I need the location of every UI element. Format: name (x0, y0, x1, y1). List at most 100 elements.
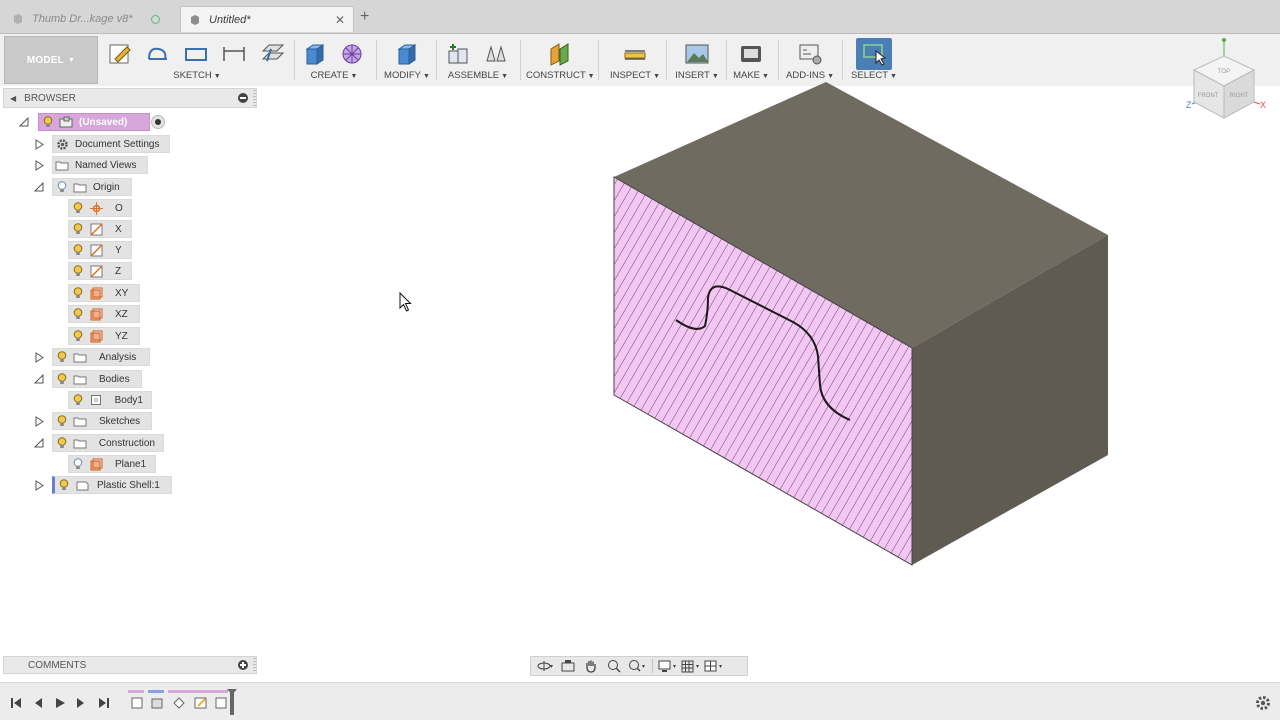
pattern-icon[interactable] (334, 38, 370, 70)
toolbar-group-label[interactable]: MODIFY ▼ (380, 70, 434, 81)
browser-item-plane-xz[interactable]: XZ (68, 305, 140, 323)
expand-toggle-icon[interactable] (34, 415, 44, 427)
timeline-sketch-feature[interactable] (192, 695, 210, 711)
expand-toggle-icon[interactable] (34, 181, 44, 193)
browser-item-body1[interactable]: Body1 (68, 391, 152, 409)
expand-toggle-icon[interactable] (34, 479, 44, 491)
timeline-shell-feature[interactable] (170, 695, 188, 711)
browser-item-axis-z[interactable]: Z (68, 262, 132, 280)
expand-toggle-icon[interactable] (19, 116, 29, 128)
zoom-fit-icon[interactable] (604, 658, 624, 674)
browser-item-named-views[interactable]: Named Views (52, 156, 148, 174)
lightbulb-icon[interactable] (69, 223, 87, 235)
browser-item-analysis[interactable]: Analysis (52, 348, 150, 366)
sketch-dimension-icon[interactable] (216, 38, 252, 70)
expand-toggle-icon[interactable] (34, 373, 44, 385)
joint-icon[interactable] (478, 38, 514, 70)
lightbulb-icon[interactable] (53, 373, 71, 385)
add-comment-icon[interactable] (238, 660, 248, 670)
expand-toggle-icon[interactable] (34, 138, 44, 150)
create-sketch-icon[interactable] (102, 38, 138, 70)
browser-root-node[interactable]: (Unsaved) (38, 113, 150, 131)
new-component-icon[interactable] (440, 38, 476, 70)
lightbulb-icon[interactable] (69, 202, 87, 214)
timeline-previous-icon[interactable] (30, 695, 46, 711)
new-tab-icon[interactable]: + (360, 8, 369, 26)
zoom-icon[interactable] (627, 658, 647, 674)
comments-panel-header[interactable]: COMMENTS (3, 656, 257, 674)
expand-toggle-icon[interactable] (34, 437, 44, 449)
lightbulb-icon[interactable] (53, 351, 71, 363)
browser-item-origin[interactable]: Origin (52, 178, 132, 196)
pan-hand-icon[interactable] (581, 658, 601, 674)
toolbar-group-label[interactable]: CREATE ▼ (296, 70, 372, 81)
lightbulb-icon[interactable] (69, 330, 87, 342)
panel-grip[interactable] (253, 90, 256, 106)
browser-item-bodies[interactable]: Bodies (52, 370, 142, 388)
timeline-settings-gear-icon[interactable] (1254, 694, 1272, 712)
document-tab-untitled[interactable]: Untitled* ✕ (180, 6, 354, 32)
press-pull-icon[interactable] (389, 38, 425, 70)
orbit-icon[interactable] (535, 658, 555, 674)
lightbulb-off-icon[interactable] (69, 458, 87, 470)
browser-item-plane-yz[interactable]: YZ (68, 327, 140, 345)
sketch-arc-icon[interactable] (140, 38, 176, 70)
minimize-panel-icon[interactable] (238, 93, 248, 103)
timeline-first-icon[interactable] (8, 695, 24, 711)
select-icon[interactable] (856, 38, 892, 70)
collapse-panel-icon[interactable]: ◀ (10, 94, 16, 103)
lightbulb-off-icon[interactable] (53, 181, 71, 193)
3d-print-icon[interactable] (733, 38, 769, 70)
viewcube[interactable]: TOP FRONT RIGHT Z X (1178, 34, 1272, 124)
browser-item-plane1[interactable]: Plane1 (68, 455, 156, 473)
lightbulb-icon[interactable] (69, 265, 87, 277)
toolbar-group-label[interactable]: ASSEMBLE ▼ (440, 70, 516, 81)
scripts-addins-icon[interactable] (792, 38, 828, 70)
panel-grip[interactable] (253, 658, 256, 672)
model-body[interactable] (600, 80, 1120, 570)
close-tab-icon[interactable]: ✕ (335, 13, 345, 27)
look-at-icon[interactable] (558, 658, 578, 674)
timeline-extrude-feature[interactable] (148, 695, 166, 711)
lightbulb-icon[interactable] (55, 479, 73, 491)
expand-toggle-icon[interactable] (34, 159, 44, 171)
lightbulb-icon[interactable] (69, 244, 87, 256)
extrude-icon[interactable] (296, 38, 332, 70)
lightbulb-icon[interactable] (69, 308, 87, 320)
lightbulb-icon[interactable] (53, 415, 71, 427)
toolbar-group-label[interactable]: SKETCH ▼ (102, 70, 292, 81)
insert-image-icon[interactable] (679, 38, 715, 70)
timeline-playhead[interactable] (227, 689, 237, 715)
browser-item-sketches[interactable]: Sketches (52, 412, 152, 430)
browser-item-document-settings[interactable]: Document Settings (52, 135, 170, 153)
sketch-rectangle-icon[interactable] (178, 38, 214, 70)
activate-radio-icon[interactable] (151, 115, 165, 129)
viewports-icon[interactable] (704, 658, 724, 674)
stop-sketch-icon[interactable] (254, 38, 290, 70)
lightbulb-icon[interactable] (69, 287, 87, 299)
expand-toggle-icon[interactable] (34, 351, 44, 363)
display-settings-icon[interactable] (658, 658, 678, 674)
workspace-switcher-button[interactable]: MODEL ▼ (4, 36, 98, 84)
browser-item-origin-point[interactable]: O (68, 199, 132, 217)
browser-item-construction[interactable]: Construction (52, 434, 164, 452)
grid-settings-icon[interactable] (681, 658, 701, 674)
lightbulb-icon[interactable] (39, 116, 57, 128)
toolbar-group-label[interactable]: CONSTRUCT ▼ (526, 70, 595, 81)
measure-icon[interactable] (617, 38, 653, 70)
browser-item-plane-xy[interactable]: XY (68, 284, 140, 302)
offset-plane-icon[interactable] (542, 38, 578, 70)
timeline-play-icon[interactable] (52, 695, 68, 711)
timeline-component-feature[interactable] (128, 695, 146, 711)
timeline-last-icon[interactable] (96, 695, 112, 711)
lightbulb-icon[interactable] (53, 437, 71, 449)
document-tab-thumb-drive[interactable]: Thumb Dr...kage v8* (4, 6, 176, 32)
browser-panel-header[interactable]: ◀ BROWSER (3, 88, 257, 108)
3d-viewport[interactable]: TOP FRONT RIGHT Z X (0, 0, 1280, 720)
browser-item-axis-x[interactable]: X (68, 220, 132, 238)
timeline-next-icon[interactable] (73, 695, 89, 711)
browser-item-axis-y[interactable]: Y (68, 241, 132, 259)
browser-item-plastic-shell[interactable]: Plastic Shell:1 (52, 476, 172, 494)
lightbulb-icon[interactable] (69, 394, 87, 406)
timeline-plane-feature[interactable] (212, 695, 230, 711)
